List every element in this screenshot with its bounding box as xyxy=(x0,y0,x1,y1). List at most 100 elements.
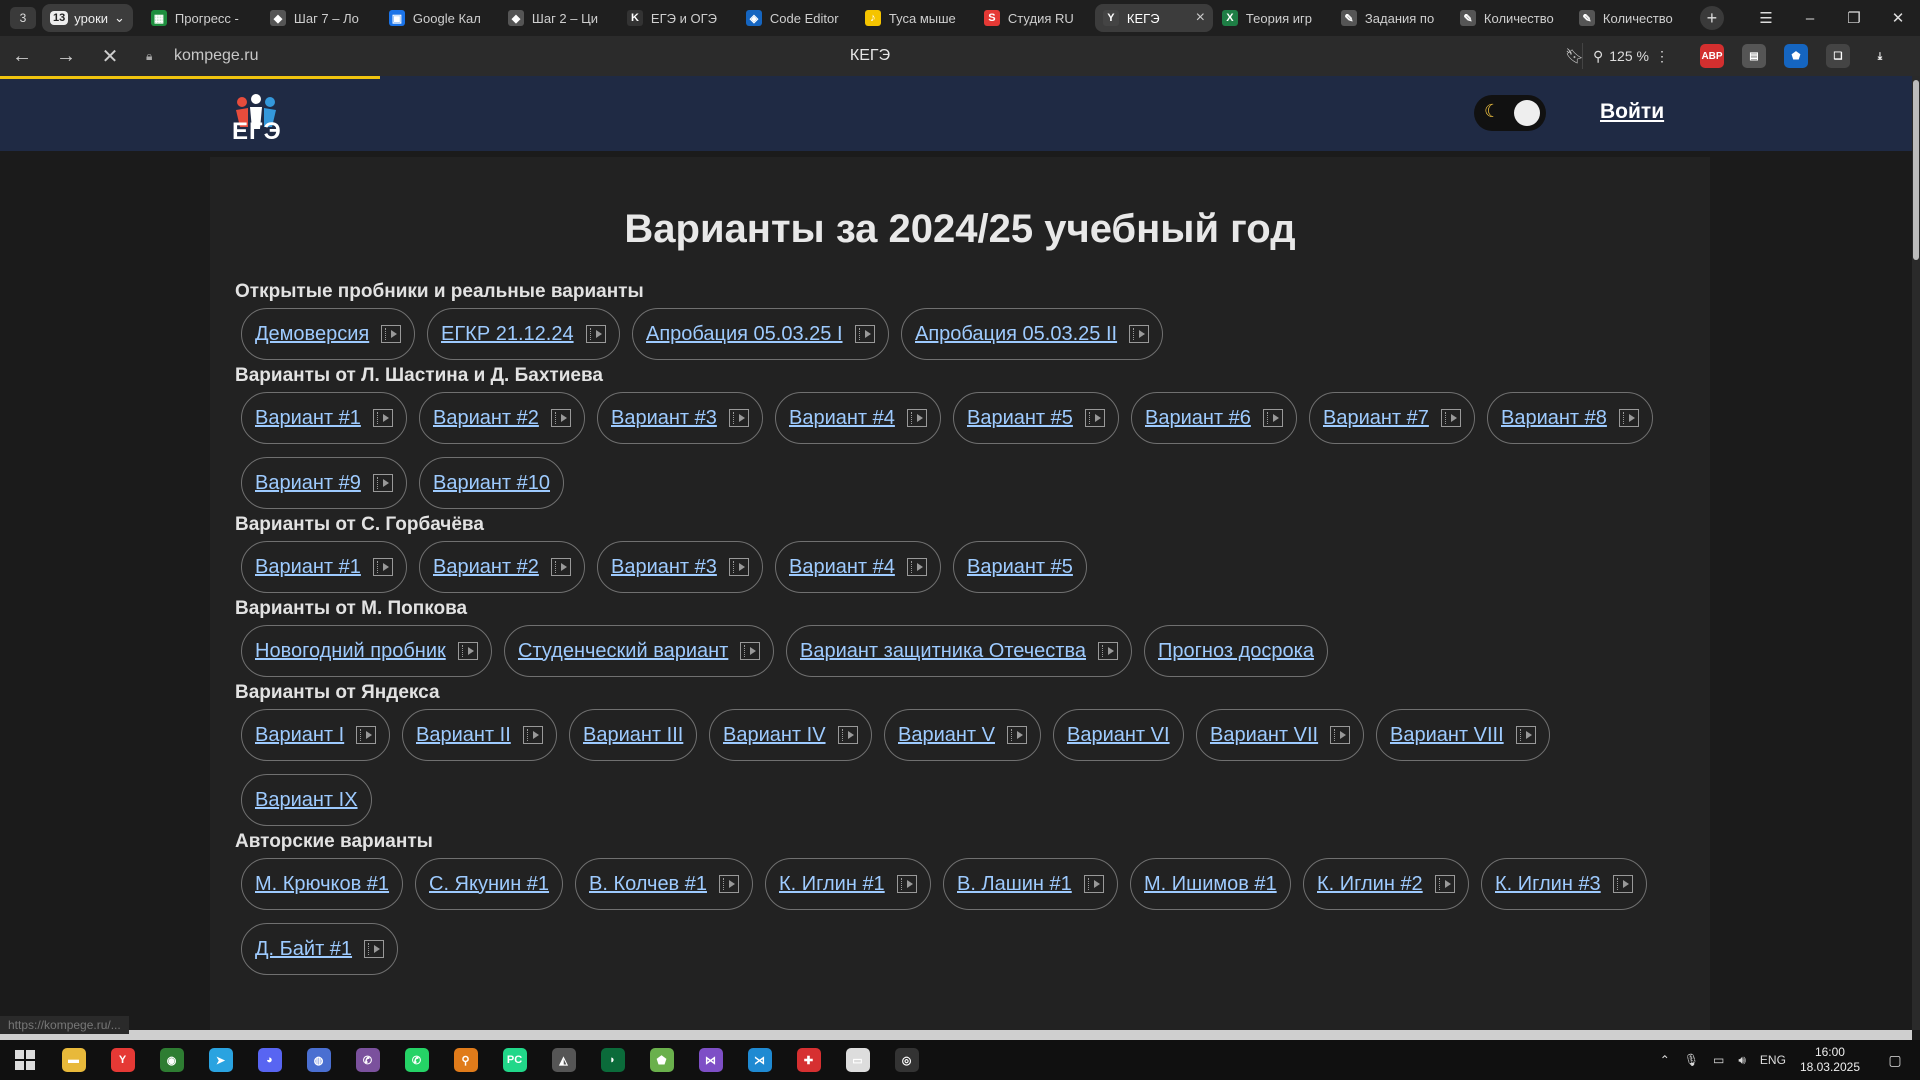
variant-pill[interactable]: Вариант VII xyxy=(1196,709,1365,761)
browser-tab[interactable]: S Студия RU xyxy=(976,4,1094,32)
variant-link[interactable]: Вариант IV xyxy=(723,724,826,747)
variant-link[interactable]: В. Колчев #1 xyxy=(589,873,707,896)
variant-pill[interactable]: Апробация 05.03.25 II xyxy=(901,308,1164,360)
browser-tab[interactable]: ✎ Количество xyxy=(1452,4,1570,32)
variant-link[interactable]: Вариант #6 xyxy=(1145,407,1251,430)
variant-link[interactable]: Вариант #7 xyxy=(1323,407,1429,430)
variant-pill[interactable]: Вариант #5 xyxy=(953,541,1087,593)
browser-tab[interactable]: Y КЕГЭ × xyxy=(1094,4,1213,32)
variant-link[interactable]: М. Крючков #1 xyxy=(255,873,389,896)
tray-expand-icon[interactable]: ⌃ xyxy=(1660,1053,1670,1067)
taskbar-app[interactable]: ⋈ xyxy=(686,1040,735,1080)
taskbar-app[interactable]: ✚ xyxy=(784,1040,833,1080)
extension-icon[interactable]: ▤ xyxy=(1742,44,1766,68)
variant-pill[interactable]: Вариант #3 xyxy=(597,392,763,444)
variant-pill[interactable]: Вариант V xyxy=(884,709,1041,761)
stop-loading-icon[interactable]: ✕ xyxy=(88,44,132,69)
variant-pill[interactable]: Д. Байт #1 xyxy=(241,923,399,975)
browser-tab[interactable]: ◆ Шаг 2 – Ци xyxy=(500,4,618,32)
video-icon[interactable] xyxy=(1083,875,1104,893)
browser-tab[interactable]: K ЕГЭ и ОГЭ xyxy=(619,4,737,32)
variant-pill[interactable]: Вариант #9 xyxy=(241,457,407,509)
taskbar-app[interactable]: ◍ xyxy=(294,1040,343,1080)
variant-pill[interactable]: М. Крючков #1 xyxy=(241,858,404,910)
variant-link[interactable]: Вариант #5 xyxy=(967,556,1073,579)
variant-link[interactable]: Вариант VI xyxy=(1067,724,1170,747)
video-icon[interactable] xyxy=(550,409,571,427)
variant-pill[interactable]: Вариант III xyxy=(569,709,698,761)
variant-pill[interactable]: Вариант II xyxy=(402,709,557,761)
scrollbar-thumb[interactable] xyxy=(1913,80,1919,260)
variant-link[interactable]: Д. Байт #1 xyxy=(255,938,352,961)
variant-pill[interactable]: В. Колчев #1 xyxy=(575,858,753,910)
video-icon[interactable] xyxy=(1129,325,1150,343)
browser-tab[interactable]: ◈ Code Editor xyxy=(738,4,856,32)
video-icon[interactable] xyxy=(381,325,402,343)
notification-icon[interactable]: ▢ xyxy=(1870,1040,1920,1080)
video-icon[interactable] xyxy=(1330,726,1351,744)
microphone-icon[interactable]: 🎙︎ xyxy=(1684,1053,1699,1067)
variant-link[interactable]: Вариант II xyxy=(416,724,511,747)
video-icon[interactable] xyxy=(837,726,858,744)
variant-pill[interactable]: Вариант #4 xyxy=(775,541,941,593)
variant-link[interactable]: Вариант #5 xyxy=(967,407,1073,430)
volume-icon[interactable]: 🔊︎ xyxy=(1738,1053,1746,1068)
variant-link[interactable]: Новогодний пробник xyxy=(255,640,446,663)
variant-link[interactable]: Вариант VII xyxy=(1210,724,1318,747)
variant-pill[interactable]: М. Ишимов #1 xyxy=(1130,858,1291,910)
tab-group[interactable]: 13 уроки ⌄ xyxy=(42,4,133,32)
variant-pill[interactable]: Демоверсия xyxy=(241,308,416,360)
video-icon[interactable] xyxy=(372,558,393,576)
video-icon[interactable] xyxy=(906,409,927,427)
video-icon[interactable] xyxy=(356,726,377,744)
variant-pill[interactable]: ЕГКР 21.12.24 xyxy=(427,308,620,360)
variant-link[interactable]: Вариант #1 xyxy=(255,407,361,430)
video-icon[interactable] xyxy=(1440,409,1461,427)
variant-link[interactable]: К. Иглин #2 xyxy=(1317,873,1423,896)
browser-tab[interactable]: ✎ Задания по xyxy=(1333,4,1451,32)
variant-pill[interactable]: Вариант #4 xyxy=(775,392,941,444)
taskbar-app[interactable]: ◉ xyxy=(147,1040,196,1080)
variant-link[interactable]: ЕГКР 21.12.24 xyxy=(441,323,574,346)
variant-link[interactable]: Вариант #3 xyxy=(611,556,717,579)
browser-tab[interactable]: X Теория игр xyxy=(1214,4,1332,32)
restore-icon[interactable]: ❐ xyxy=(1832,9,1876,27)
variant-link[interactable]: Демоверсия xyxy=(255,323,369,346)
variant-link[interactable]: Вариант #2 xyxy=(433,407,539,430)
more-icon[interactable]: ⋮ xyxy=(1655,48,1669,65)
close-tab-icon[interactable]: × xyxy=(1196,9,1205,27)
browser-tab[interactable]: ♪ Туса мыше xyxy=(857,4,975,32)
variant-link[interactable]: К. Иглин #1 xyxy=(779,873,885,896)
video-icon[interactable] xyxy=(585,325,606,343)
variant-link[interactable]: Вариант #10 xyxy=(433,472,550,495)
video-icon[interactable] xyxy=(728,558,749,576)
variant-link[interactable]: Вариант #1 xyxy=(255,556,361,579)
variant-pill[interactable]: К. Иглин #3 xyxy=(1481,858,1647,910)
variant-link[interactable]: Вариант I xyxy=(255,724,344,747)
variant-pill[interactable]: Вариант #3 xyxy=(597,541,763,593)
menu-icon[interactable]: ☰ xyxy=(1744,9,1788,27)
variant-pill[interactable]: Вариант #1 xyxy=(241,392,407,444)
taskbar-app[interactable]: ✆ xyxy=(343,1040,392,1080)
variant-link[interactable]: Вариант V xyxy=(898,724,995,747)
variant-link[interactable]: Вариант IX xyxy=(255,789,358,812)
video-icon[interactable] xyxy=(1434,875,1455,893)
video-icon[interactable] xyxy=(1084,409,1105,427)
taskbar-app[interactable]: ◗ xyxy=(588,1040,637,1080)
video-icon[interactable] xyxy=(457,642,478,660)
adblock-icon[interactable]: ABP xyxy=(1700,44,1724,68)
language-indicator[interactable]: ENG xyxy=(1760,1053,1786,1067)
video-icon[interactable] xyxy=(1006,726,1027,744)
variant-pill[interactable]: Студенческий вариант xyxy=(504,625,775,677)
taskbar-app[interactable]: ◎ xyxy=(882,1040,931,1080)
variant-pill[interactable]: Вариант #8 xyxy=(1487,392,1653,444)
video-icon[interactable] xyxy=(1515,726,1536,744)
variant-link[interactable]: К. Иглин #3 xyxy=(1495,873,1601,896)
vertical-scrollbar[interactable] xyxy=(1912,76,1920,1030)
variant-pill[interactable]: Вариант VIII xyxy=(1376,709,1550,761)
variant-pill[interactable]: Апробация 05.03.25 I xyxy=(632,308,889,360)
taskbar-app[interactable]: ➤ xyxy=(196,1040,245,1080)
tab-count-badge[interactable]: 3 xyxy=(10,7,36,29)
video-icon[interactable] xyxy=(1618,409,1639,427)
video-icon[interactable] xyxy=(1262,409,1283,427)
